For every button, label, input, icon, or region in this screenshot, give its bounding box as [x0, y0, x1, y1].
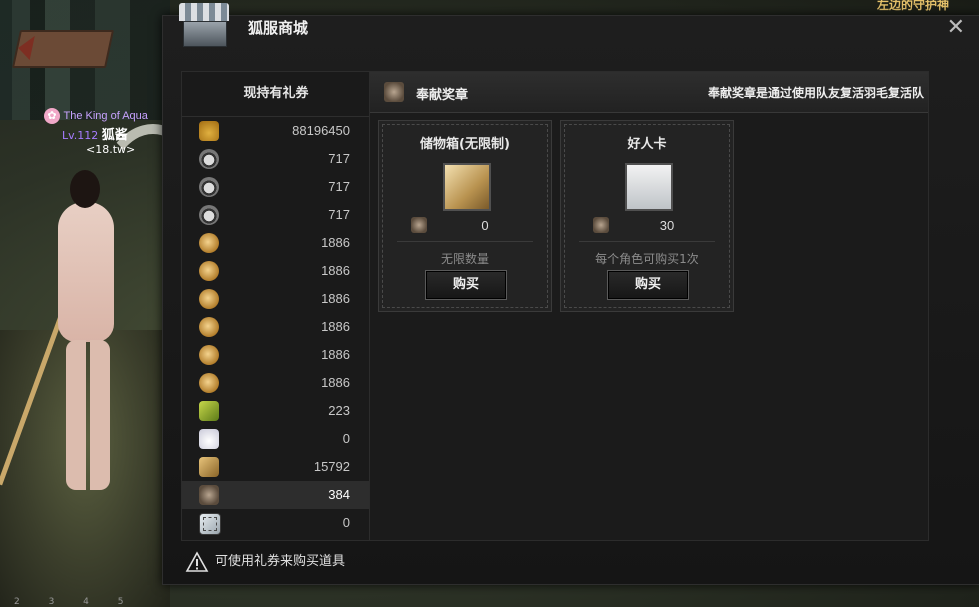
- item-card[interactable]: 储物箱(无限制) 0 无限数量 购买: [378, 120, 552, 312]
- item-price: 0: [481, 218, 489, 233]
- coupon-row[interactable]: 1886: [182, 257, 370, 285]
- player-nameplate: ✿ The King of Aqua Lv.112 狐酱 <18.tw>: [44, 108, 148, 156]
- coupon-row[interactable]: 1886: [182, 369, 370, 397]
- coupon-row[interactable]: 717: [182, 173, 370, 201]
- window-title: 狐服商城: [248, 19, 309, 37]
- coupon-amount: 0: [342, 431, 350, 446]
- coin-icon: [199, 345, 219, 365]
- category-description: 奉献奖章是通过使用队友复活羽毛复活队: [707, 86, 924, 100]
- buy-button[interactable]: 购买: [425, 270, 507, 300]
- shop-stall-base: [183, 21, 227, 47]
- medal-icon: [384, 82, 404, 102]
- bowl-icon: [199, 205, 219, 225]
- coupon-amount: 223: [328, 403, 350, 418]
- close-icon[interactable]: ✕: [947, 17, 965, 39]
- coupon-row[interactable]: 223: [182, 397, 370, 425]
- divider: [397, 241, 533, 242]
- wooden-signpost: [11, 30, 115, 68]
- box-icon: [199, 457, 219, 477]
- footer-notice: 可使用礼券来购买道具: [185, 550, 345, 573]
- player-level: Lv.112: [62, 129, 99, 142]
- shop-window: 狐服商城 ✕ 现持有礼券 88196450 717 717 717 1886 1886 18…: [162, 3, 979, 585]
- character-body: [58, 202, 114, 342]
- coupon-amount: 1886: [321, 263, 350, 278]
- item-name: 好人卡: [627, 137, 667, 152]
- coupon-amount: 15792: [313, 459, 350, 474]
- character-head: [70, 170, 100, 208]
- shop-stall-icon: [175, 1, 233, 49]
- bowl-icon: [199, 149, 219, 169]
- coin-icon: [199, 233, 219, 253]
- player-character[interactable]: [0, 124, 208, 500]
- coin-icon: [199, 317, 219, 337]
- window-titlebar[interactable]: 狐服商城 ✕: [163, 3, 979, 56]
- cream-icon: [199, 429, 219, 449]
- coupon-list: 88196450 717 717 717 1886 1886 1886 1886 1886 188…: [182, 117, 370, 537]
- coupon-row[interactable]: 15792: [182, 453, 370, 481]
- coin-icon: [199, 373, 219, 393]
- coupon-amount: 1886: [321, 375, 350, 390]
- footer-notice-text: 可使用礼券来购买道具: [215, 554, 346, 569]
- coupon-row[interactable]: 1886: [182, 313, 370, 341]
- coupon-row[interactable]: 0: [182, 509, 370, 537]
- coupon-amount: 1886: [321, 347, 350, 362]
- coin-icon: [199, 289, 219, 309]
- coupon-panel: 现持有礼券 88196450 717 717 717 1886 1886 1886 1886 1…: [181, 71, 371, 541]
- ticket-icon: [199, 401, 219, 421]
- item-name: 储物箱(无限制): [420, 137, 510, 152]
- scroll-icon[interactable]: [443, 163, 491, 211]
- coupon-panel-header: 现持有礼券: [182, 72, 370, 117]
- coupon-row[interactable]: 1886: [182, 229, 370, 257]
- purchase-limit: 每个角色可购买1次: [595, 252, 699, 266]
- coupon-row[interactable]: 717: [182, 145, 370, 173]
- coupon-amount: 384: [328, 487, 350, 502]
- guild-flower-icon: ✿: [44, 108, 60, 124]
- item-card[interactable]: 好人卡 30 每个角色可购买1次 购买: [560, 120, 734, 312]
- guild-name: The King of Aqua: [63, 110, 148, 122]
- coupon-amount: 717: [328, 151, 350, 166]
- coupon-amount: 717: [328, 207, 350, 222]
- buy-button[interactable]: 购买: [607, 270, 689, 300]
- category-bar: 奉献奖章 奉献奖章是通过使用队友复活羽毛复活队: [370, 72, 928, 113]
- coupon-amount: 1886: [321, 319, 350, 334]
- coupon-row[interactable]: 1886: [182, 285, 370, 313]
- coupon-row[interactable]: 1886: [182, 341, 370, 369]
- player-tag: <18.tw>: [86, 143, 136, 156]
- coupon-row[interactable]: 717: [182, 201, 370, 229]
- scene-banner-text: 左边的守护神: [876, 0, 949, 12]
- coupon-amount: 1886: [321, 291, 350, 306]
- divider: [579, 241, 715, 242]
- player-name: 狐酱: [101, 128, 128, 143]
- coupon-row[interactable]: 0: [182, 425, 370, 453]
- purchase-limit: 无限数量: [440, 252, 489, 266]
- shop-stall-roof: [179, 3, 229, 21]
- coupon-amount: 717: [328, 179, 350, 194]
- bowl-icon: [199, 177, 219, 197]
- coupon-row[interactable]: 384: [182, 481, 370, 509]
- coupon-row[interactable]: 88196450: [182, 117, 370, 145]
- category-name: 奉献奖章: [416, 88, 469, 103]
- bell-icon: [199, 121, 219, 141]
- coupon-amount: 0: [342, 515, 350, 530]
- coin-icon: [199, 261, 219, 281]
- good-person-card-icon[interactable]: [625, 163, 673, 211]
- character-legs: [66, 340, 110, 490]
- hotbar-numbers: 2 3 4 5: [14, 597, 124, 607]
- warning-icon: [185, 550, 209, 572]
- card-icon: [199, 513, 221, 535]
- coupon-amount: 88196450: [292, 123, 350, 138]
- item-panel: 奉献奖章 奉献奖章是通过使用队友复活羽毛复活队 储物箱(无限制) 0 无限数量 …: [369, 71, 929, 541]
- medal-icon: [199, 485, 219, 505]
- item-price: 30: [659, 218, 675, 233]
- coupon-amount: 1886: [321, 235, 350, 250]
